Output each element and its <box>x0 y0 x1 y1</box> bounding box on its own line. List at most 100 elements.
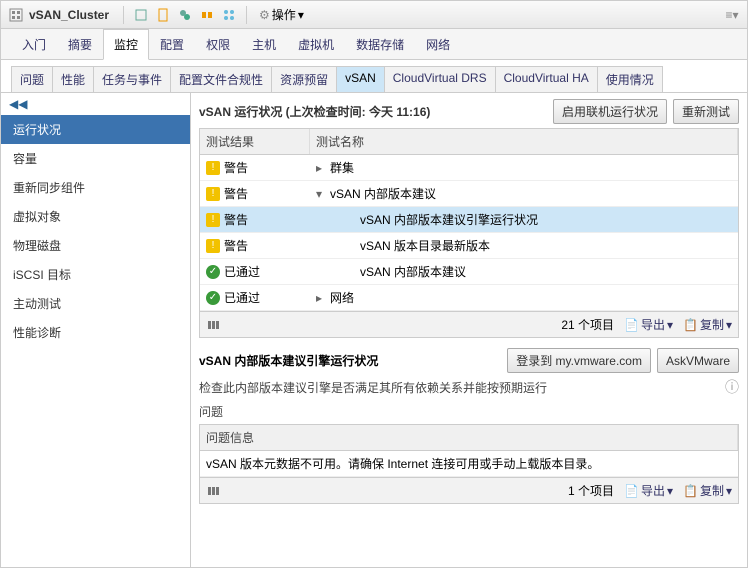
action-icon-2[interactable] <box>154 6 172 24</box>
sidebar-item[interactable]: 性能诊断 <box>1 318 190 347</box>
enable-online-health-button[interactable]: 启用联机运行状况 <box>553 99 667 124</box>
detail-description: 检查此内部版本建议引擎是否满足其所有依赖关系并能按预期运行 <box>199 379 547 396</box>
primary-tab[interactable]: 配置 <box>149 29 195 60</box>
filter-icon[interactable] <box>206 484 220 498</box>
status-label: 警告 <box>224 159 248 176</box>
secondary-tab[interactable]: 问题 <box>11 66 53 92</box>
health-title: vSAN 运行状况 (上次检查时间: 今天 11:16) <box>199 103 430 120</box>
table-row[interactable]: !警告▸群集 <box>200 155 738 181</box>
table-row[interactable]: vSAN 版本元数据不可用。请确保 Internet 连接可用或手动上载版本目录… <box>200 451 738 477</box>
secondary-tab[interactable]: CloudVirtual HA <box>495 66 598 92</box>
expander-icon[interactable]: ▸ <box>316 161 326 175</box>
status-label: 警告 <box>224 211 248 228</box>
cluster-icon <box>7 6 25 24</box>
copy-link[interactable]: 📋复制▾ <box>683 316 732 333</box>
status-label: 已通过 <box>224 289 260 306</box>
copy-icon: 📋 <box>683 484 698 498</box>
table-row[interactable]: ✓ 已通过 ▸ 网络 <box>200 285 738 311</box>
action-icon-4[interactable] <box>198 6 216 24</box>
primary-tab[interactable]: 入门 <box>11 29 57 60</box>
col-message[interactable]: 问题信息 <box>200 425 738 450</box>
sidebar-item[interactable]: 主动测试 <box>1 289 190 318</box>
actions-dropdown[interactable]: ⚙ 操作 ▾ <box>255 4 308 25</box>
col-result[interactable]: 测试结果 <box>200 129 310 154</box>
primary-tabs: 入门摘要监控配置权限主机虚拟机数据存储网络 <box>1 29 747 60</box>
warning-icon: ! <box>206 239 220 253</box>
primary-tab[interactable]: 摘要 <box>57 29 103 60</box>
issues-grid: 问题信息 vSAN 版本元数据不可用。请确保 Internet 连接可用或手动上… <box>199 424 739 504</box>
secondary-tabs: 问题性能任务与事件配置文件合规性资源预留vSANCloudVirtual DRS… <box>1 60 747 93</box>
detail-title: vSAN 内部版本建议引擎运行状况 <box>199 352 378 369</box>
separator <box>123 6 124 24</box>
action-icon-5[interactable] <box>220 6 238 24</box>
sidebar-item[interactable]: 容量 <box>1 144 190 173</box>
warning-icon: ! <box>206 161 220 175</box>
copy-link[interactable]: 📋复制▾ <box>683 482 732 499</box>
action-icon-1[interactable] <box>132 6 150 24</box>
sidebar: ◀◀ 运行状况容量重新同步组件虚拟对象物理磁盘iSCSI 目标主动测试性能诊断 <box>1 93 191 567</box>
health-grid: 测试结果 测试名称 !警告▸群集!警告▾vSAN 内部版本建议!警告vSAN 内… <box>199 128 739 338</box>
export-icon: 📄 <box>624 318 639 332</box>
sidebar-item[interactable]: 运行状况 <box>1 115 190 144</box>
primary-tab[interactable]: 网络 <box>415 29 461 60</box>
item-count: 1 个项目 <box>568 482 614 499</box>
login-vmware-button[interactable]: 登录到 my.vmware.com <box>507 348 651 373</box>
collapse-sidebar[interactable]: ◀◀ <box>1 93 190 115</box>
retest-button[interactable]: 重新测试 <box>673 99 739 124</box>
chevron-down-icon: ▾ <box>298 8 304 22</box>
main-content: vSAN 运行状况 (上次检查时间: 今天 11:16) 启用联机运行状况 重新… <box>191 93 747 567</box>
secondary-tab[interactable]: 资源预留 <box>271 66 337 92</box>
expander-icon[interactable]: ▸ <box>316 291 326 305</box>
filter-icon[interactable] <box>206 318 220 332</box>
col-name[interactable]: 测试名称 <box>310 129 738 154</box>
sidebar-item[interactable]: 重新同步组件 <box>1 173 190 202</box>
secondary-tab[interactable]: vSAN <box>336 66 385 92</box>
primary-tab[interactable]: 权限 <box>195 29 241 60</box>
action-icon-3[interactable] <box>176 6 194 24</box>
check-icon: ✓ <box>206 291 220 305</box>
primary-tab[interactable]: 监控 <box>103 29 149 60</box>
primary-tab[interactable]: 主机 <box>241 29 287 60</box>
ask-vmware-button[interactable]: AskVMware <box>657 348 739 373</box>
table-row[interactable]: ! 警告 vSAN 版本目录最新版本 <box>200 233 738 259</box>
primary-tab[interactable]: 数据存储 <box>345 29 415 60</box>
window-title: vSAN_Cluster <box>29 8 109 22</box>
item-count: 21 个项目 <box>561 316 614 333</box>
secondary-tab[interactable]: CloudVirtual DRS <box>384 66 496 92</box>
check-icon: ✓ <box>206 265 220 279</box>
table-row[interactable]: ✓已通过vSAN 内部版本建议 <box>200 259 738 285</box>
secondary-tab[interactable]: 配置文件合规性 <box>170 66 272 92</box>
detail-panel: vSAN 内部版本建议引擎运行状况 登录到 my.vmware.com AskV… <box>199 348 739 504</box>
issues-heading: 问题 <box>199 403 739 420</box>
status-label: 警告 <box>224 185 248 202</box>
export-link[interactable]: 📄导出▾ <box>624 482 673 499</box>
test-name: vSAN 版本目录最新版本 <box>360 237 490 254</box>
gear-icon: ⚙ <box>259 8 270 22</box>
table-row[interactable]: ! 警告 ▾ vSAN 内部版本建议 <box>200 181 738 207</box>
separator <box>246 6 247 24</box>
secondary-tab[interactable]: 性能 <box>52 66 94 92</box>
titlebar: vSAN_Cluster ⚙ 操作 ▾ ≡▾ <box>1 1 747 29</box>
secondary-tab[interactable]: 使用情况 <box>597 66 663 92</box>
status-label: 警告 <box>224 237 248 254</box>
test-name: 网络 <box>330 289 354 306</box>
test-name: vSAN 内部版本建议引擎运行状况 <box>360 211 538 228</box>
health-grid-body[interactable]: !警告▸群集!警告▾vSAN 内部版本建议!警告vSAN 内部版本建议引擎运行状… <box>200 155 738 311</box>
warning-icon: ! <box>206 213 220 227</box>
sidebar-item[interactable]: 物理磁盘 <box>1 231 190 260</box>
info-icon[interactable]: ⓘ <box>725 377 739 397</box>
secondary-tab[interactable]: 任务与事件 <box>93 66 171 92</box>
sidebar-item[interactable]: 虚拟对象 <box>1 202 190 231</box>
warning-icon: ! <box>206 187 220 201</box>
issues-grid-body[interactable]: vSAN 版本元数据不可用。请确保 Internet 连接可用或手动上载版本目录… <box>200 451 738 477</box>
expander-icon[interactable]: ▾ <box>316 187 326 201</box>
test-name: vSAN 内部版本建议 <box>330 185 436 202</box>
status-label: 已通过 <box>224 263 260 280</box>
actions-label: 操作 <box>272 6 296 23</box>
export-link[interactable]: 📄导出▾ <box>624 316 673 333</box>
table-row[interactable]: ! 警告 vSAN 内部版本建议引擎运行状况 <box>200 207 738 233</box>
primary-tab[interactable]: 虚拟机 <box>287 29 345 60</box>
menu-icon[interactable]: ≡▾ <box>723 6 741 24</box>
sidebar-item[interactable]: iSCSI 目标 <box>1 260 190 289</box>
export-icon: 📄 <box>624 484 639 498</box>
